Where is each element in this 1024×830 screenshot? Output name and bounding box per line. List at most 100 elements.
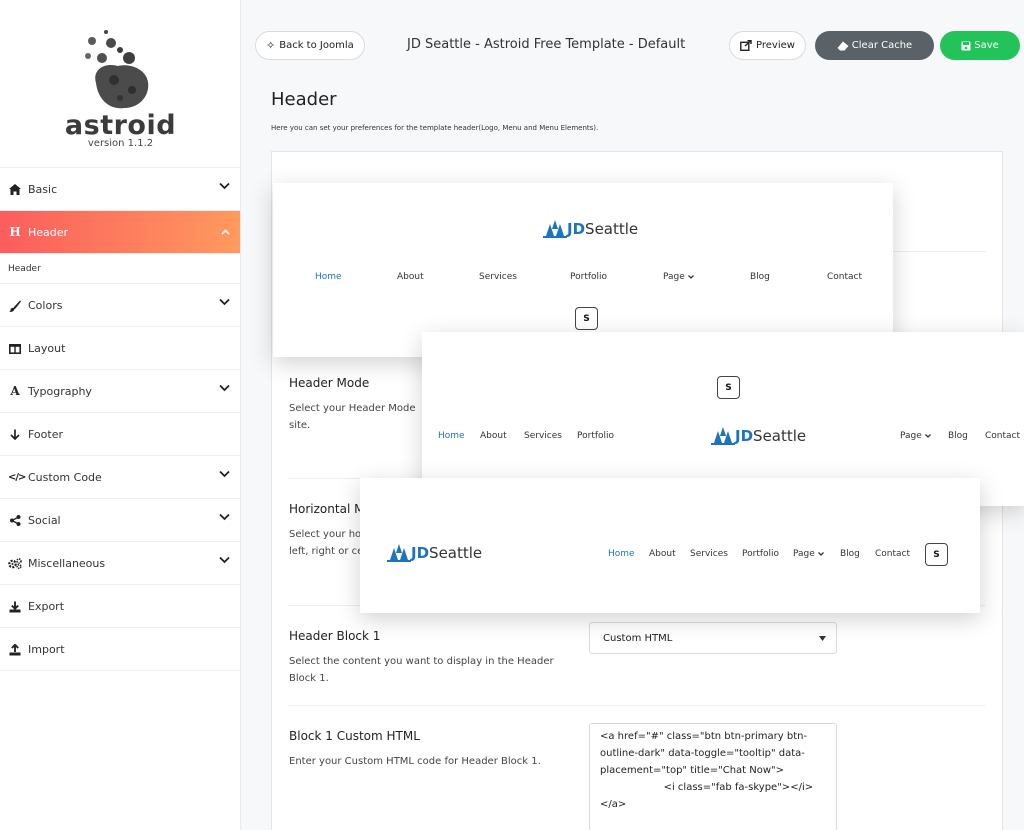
skype-icon: S (575, 307, 598, 330)
sidebar: astroid version 1.1.2 Basic H Header Hea… (0, 0, 241, 830)
save-label: Save (974, 40, 999, 51)
chevron-up-icon (221, 229, 230, 235)
clear-cache-button[interactable]: Clear Cache (815, 31, 934, 60)
chevron-down-icon (219, 298, 230, 306)
logo-prefix: JD (735, 427, 754, 445)
menu-blog: Blog (840, 549, 860, 559)
chevron-down-icon (924, 434, 931, 438)
menu-home: Home (315, 272, 342, 282)
sidebar-item-label: Layout (28, 341, 66, 355)
floppy-disk-icon (961, 41, 971, 50)
jd-seattle-logo-icon (543, 220, 567, 238)
sidebar-item-export[interactable]: Export (0, 585, 240, 628)
home-icon (8, 183, 22, 196)
download-icon (8, 600, 22, 613)
clear-cache-label: Clear Cache (851, 40, 913, 51)
columns-icon (8, 342, 22, 355)
sidebar-item-basic[interactable]: Basic (0, 168, 240, 211)
sidebar-item-label: Typography (28, 384, 92, 398)
sidebar-item-import[interactable]: Import (0, 628, 240, 671)
menu-portfolio: Portfolio (742, 549, 780, 559)
header-block-1-value: Custom HTML (603, 632, 673, 644)
preview-button[interactable]: Preview (729, 31, 806, 60)
chevron-down-icon (219, 384, 230, 392)
cogs-icon (8, 557, 22, 570)
menu-page: Page (900, 431, 931, 441)
skype-icon: S (717, 376, 740, 399)
jd-seattle-logo-icon (387, 544, 411, 562)
brand-name: astroid (64, 110, 177, 141)
sidebar-item-custom-code[interactable]: </> Custom Code (0, 456, 240, 499)
chevron-down-icon (219, 470, 230, 478)
menu-contact: Contact (875, 549, 911, 559)
horizontal-menu-help-cont: left, right or ce (289, 546, 364, 557)
template-title: JD Seattle - Astroid Free Template - Def… (407, 37, 686, 52)
sidebar-item-footer[interactable]: Footer (0, 413, 240, 456)
menu-about: About (480, 431, 507, 441)
chevron-down-icon (687, 275, 694, 279)
sidebar-item-miscellaneous[interactable]: Miscellaneous (0, 542, 240, 585)
sidebar-item-social[interactable]: Social (0, 499, 240, 542)
page-description: Here you can set your preferences for th… (271, 124, 599, 132)
menu-about: About (649, 549, 676, 559)
header-mode-help: Select your Header Mode (289, 403, 416, 414)
sidebar-item-label: Import (28, 642, 65, 656)
menu-services: Services (524, 431, 562, 441)
menu-page: Page (663, 272, 694, 282)
arrow-down-icon (8, 428, 22, 441)
menu-page: Page (793, 549, 824, 559)
sidebar-item-colors[interactable]: Colors (0, 284, 240, 327)
menu-home: Home (608, 549, 635, 559)
sidebar-item-label: Footer (28, 427, 63, 441)
header-block-1-label: Header Block 1 (289, 629, 381, 643)
header-block-1-select[interactable]: Custom HTML (589, 622, 837, 654)
menu-home: Home (438, 431, 465, 441)
brand-logo-area: astroid version 1.1.2 (0, 0, 240, 168)
sidebar-subitem-header[interactable]: Header (0, 254, 240, 284)
horizontal-menu-label: Horizontal M (289, 502, 365, 516)
page-title: Header (271, 89, 337, 110)
sidebar-item-header[interactable]: H Header (0, 211, 240, 254)
sidebar-item-typography[interactable]: A Typography (0, 370, 240, 413)
logo-prefix: JD (411, 544, 430, 562)
chevron-down-icon (817, 552, 824, 556)
logo-suffix: Seattle (429, 544, 483, 562)
sidebar-item-label: Social (28, 513, 61, 527)
header-style-preview-1[interactable]: JD Seattle Home About Services Portfolio … (273, 183, 893, 357)
skype-icon: S (925, 543, 948, 566)
header-block-1-help: Select the content you want to display i… (289, 656, 554, 684)
header-style-preview-3[interactable]: JD Seattle Home About Services Portfolio … (360, 478, 980, 613)
brush-icon (8, 299, 22, 312)
sidebar-item-layout[interactable]: Layout (0, 327, 240, 370)
jd-seattle-logo-icon (711, 427, 735, 445)
sidebar-item-label: Custom Code (28, 470, 102, 484)
block1-custom-html-label: Block 1 Custom HTML (289, 729, 420, 743)
preview-label: Preview (756, 40, 795, 51)
jd-seattle-logo: JD Seattle (387, 544, 482, 562)
back-to-joomla-button[interactable]: ✧ Back to Joomla (255, 31, 365, 60)
menu-contact: Contact (985, 431, 1021, 441)
sidebar-item-label: Basic (28, 182, 58, 196)
menu-blog: Blog (948, 431, 968, 441)
menu-page-label: Page (793, 549, 815, 559)
block1-custom-html-textarea[interactable]: <a href="#" class="btn btn-primary btn-o… (589, 723, 837, 830)
save-button[interactable]: Save (940, 31, 1020, 60)
logo-suffix: Seattle (585, 220, 639, 238)
jd-seattle-logo: JD Seattle (543, 220, 638, 238)
jd-seattle-logo: JD Seattle (711, 427, 806, 445)
asteroid-logo-icon (85, 30, 149, 109)
sidebar-item-label: Export (28, 599, 65, 613)
menu-page-label: Page (900, 431, 922, 441)
horizontal-menu-help: Select your ho (289, 529, 362, 540)
sidebar-item-label: Colors (28, 298, 63, 312)
top-bar: ✧ Back to Joomla JD Seattle - Astroid Fr… (241, 0, 1024, 90)
heading-icon: H (9, 225, 21, 239)
divider (288, 705, 985, 706)
menu-about: About (397, 272, 424, 282)
eraser-icon (837, 41, 849, 50)
menu-blog: Blog (750, 272, 770, 282)
menu-portfolio: Portfolio (570, 272, 608, 282)
brand-version: version 1.1.2 (87, 138, 154, 149)
logo-suffix: Seattle (753, 427, 807, 445)
upload-icon (8, 643, 22, 656)
